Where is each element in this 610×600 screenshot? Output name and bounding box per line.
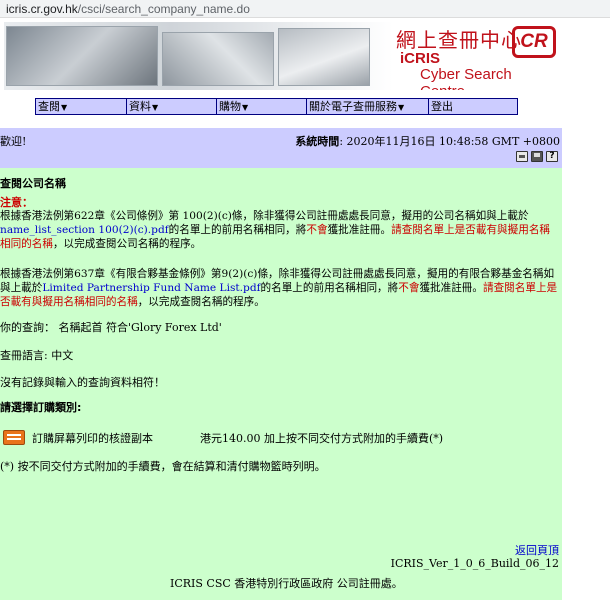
query-summary: 你的查詢： 名稱起首 符合'Glory Forex Ltd' (0, 321, 222, 334)
paragraph-text: 獲批准註冊。 (327, 224, 392, 236)
menu-label: 登出 (431, 100, 453, 113)
menu-search[interactable]: 查閱▼ (36, 99, 127, 114)
fund-name-list-link[interactable]: Limited Partnership Fund Name List.pdf (42, 282, 260, 294)
site-title-icris: iCRIS (400, 50, 441, 67)
main-menu: 查閱▼ 資料▼ 購物▼ 關於電子查冊服務▼ 登出 (35, 98, 518, 115)
banner-photo (6, 26, 158, 86)
page-tools: ? (516, 151, 558, 162)
chevron-down-icon: ▼ (242, 103, 249, 112)
notice-paragraph-1: 根據香港法例第622章《公司條例》第 100(2)(c)條，除非獲得公司註冊處處… (0, 209, 560, 251)
system-time: 系統時間: 2020年11月16日 10:48:58 GMT +0800 (295, 133, 560, 149)
no-record-message: 沒有記錄與輸入的查詢資料相符！ (0, 376, 165, 389)
menu-about[interactable]: 關於電子查冊服務▼ (307, 99, 429, 114)
menu-label: 資料 (129, 100, 151, 113)
paragraph-text: 的名單上的前用名稱相同，將 (168, 224, 307, 236)
print-icon[interactable] (516, 151, 528, 162)
system-time-value: : 2020年11月16日 10:48:58 GMT +0800 (339, 135, 560, 148)
order-item-label: 訂購屏幕列印的核證副本 (32, 432, 153, 445)
menu-label: 購物 (219, 100, 241, 113)
search-language: 查冊語言: 中文 (0, 349, 74, 362)
banner-photo (162, 32, 274, 86)
status-bar: 歡迎! 系統時間: 2020年11月16日 10:48:58 GMT +0800… (0, 128, 562, 168)
paragraph-text: 的名單上的前用名稱相同，將 (260, 282, 399, 294)
cr-logo: CR (512, 26, 556, 58)
menu-label: 查閱 (38, 100, 60, 113)
site-title-english: Cyber Search Centre (420, 66, 512, 90)
build-version: ICRIS_Ver_1_0_6_Build_06_12 (390, 557, 559, 570)
menu-information[interactable]: 資料▼ (127, 99, 217, 114)
url-path: /csci/search_company_name.do (77, 2, 250, 16)
banner-photo (278, 28, 370, 86)
notice-heading: 注意： (0, 196, 33, 209)
menu-label: 關於電子查冊服務 (309, 100, 397, 113)
url-domain: icris.cr.gov.hk (6, 2, 78, 16)
paragraph-text: ，以完成查閱名稱的程序。 (137, 296, 265, 308)
name-list-link[interactable]: name_list_section 100(2)(c).pdf (0, 224, 169, 236)
chevron-down-icon: ▼ (61, 103, 68, 112)
paragraph-text: ，以完成查閱公司名稱的程序。 (52, 238, 202, 250)
paragraph-text: 根據香港法例第622章《公司條例》第 100(2)(c)條，除非獲得公司註冊處處… (0, 210, 529, 222)
menu-shopping[interactable]: 購物▼ (217, 99, 307, 114)
paragraph-text: 獲批准註冊。 (419, 282, 483, 294)
copyright-notice: ICRIS CSC 香港特別行政區政府 公司註冊處。 (170, 577, 403, 590)
save-icon[interactable] (531, 151, 543, 162)
main-content: 查閱公司名稱 注意： 根據香港法例第622章《公司條例》第 100(2)(c)條… (0, 168, 562, 600)
system-time-label: 系統時間 (295, 135, 340, 148)
chevron-down-icon: ▼ (152, 103, 159, 112)
warning-text: 不會 (398, 282, 420, 294)
welcome-text: 歡迎! (0, 135, 27, 148)
site-title-chinese: 網上查冊中心 (396, 28, 522, 52)
warning-text: 不會 (306, 224, 328, 236)
shopping-basket-icon[interactable] (3, 430, 25, 445)
help-icon[interactable]: ? (546, 151, 558, 162)
fee-footnote: (*) 按不同交付方式附加的手續費，會在結算和清付購物籃時列明。 (0, 460, 326, 473)
chevron-down-icon: ▼ (398, 103, 405, 112)
page-title: 查閱公司名稱 (0, 177, 66, 190)
menu-logout[interactable]: 登出 (429, 99, 517, 114)
notice-paragraph-2: 根據香港法例第637章《有限合夥基金條例》第9(2)(c)條，除非獲得公司註冊處… (0, 267, 560, 309)
order-item-price: 港元140.00 加上按不同交付方式附加的手續費(*) (200, 432, 444, 445)
address-bar[interactable]: icris.cr.gov.hk/csci/search_company_name… (0, 0, 610, 18)
header-banner: 網上查冊中心 iCRIS Cyber Search Centre CR (4, 22, 560, 90)
order-type-heading: 請選擇訂購類別: (0, 401, 82, 414)
back-to-top-link[interactable]: 返回頁頂 (515, 542, 559, 558)
